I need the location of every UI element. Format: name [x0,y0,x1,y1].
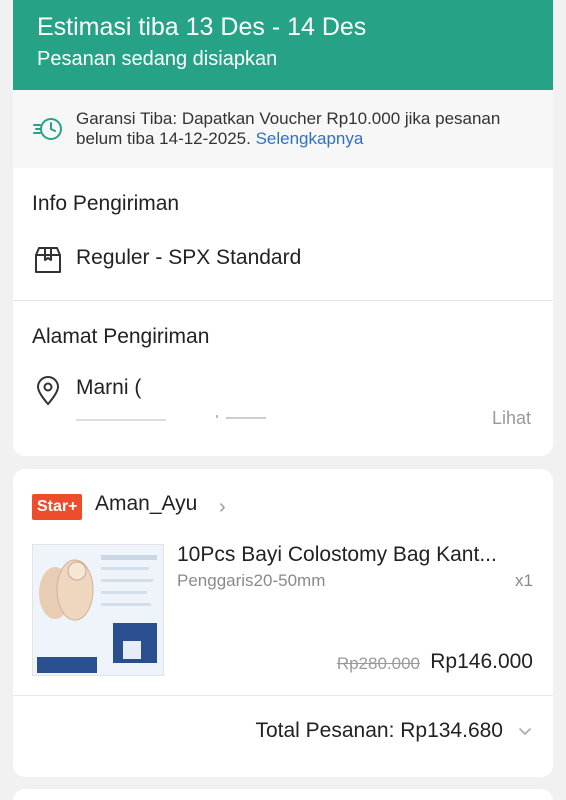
view-address-link[interactable]: Lihat [492,408,531,429]
product-name[interactable]: 10Pcs Bayi Colostomy Bag Kant... [177,543,537,567]
shop-name[interactable]: Aman_Ayu [95,492,197,516]
product-variant: Penggaris20-50mm [177,571,326,590]
delivery-estimate-header: Estimasi tiba 13 Des - 14 Des Pesanan se… [13,0,553,90]
star-plus-badge: Star+ [32,494,83,520]
shipping-info-card: Info Pengiriman Reguler - SPX Standard A… [13,168,553,456]
guarantee-text: Garansi Tiba: Dapatkan Voucher Rp10.000 … [76,109,536,149]
order-status-text: Pesanan sedang disiapkan [37,48,278,70]
shipping-method[interactable]: Reguler - SPX Standard [76,246,301,270]
original-price: Rp280.000 [336,654,420,673]
estimate-text: Estimasi tiba 13 Des - 14 Des [37,13,367,41]
chevron-down-icon[interactable] [517,723,533,739]
order-total[interactable]: Total Pesanan: Rp134.680 [255,719,503,743]
location-pin-icon [36,376,60,406]
recipient-name: Marni ( [76,376,142,399]
address-title: Alamat Pengiriman [32,325,210,348]
colostomy-bag-image [33,545,163,675]
masked-address [76,415,266,421]
chevron-right-icon[interactable]: › [219,496,226,519]
order-card: Star+ Aman_Ayu › 10Pcs Bayi Colostomy Ba… [13,469,553,777]
fast-delivery-clock-icon [33,118,62,140]
sale-price: Rp146.000 [430,650,533,673]
product-thumbnail[interactable] [32,544,164,676]
box-icon [35,247,61,273]
guarantee-more-link[interactable]: Selengkapnya [256,129,364,148]
delivery-guarantee-banner[interactable]: Garansi Tiba: Dapatkan Voucher Rp10.000 … [13,90,553,168]
product-quantity: x1 [515,571,533,590]
next-card [13,789,553,800]
divider [13,695,553,696]
shipping-info-title: Info Pengiriman [32,192,180,215]
divider [13,300,553,301]
